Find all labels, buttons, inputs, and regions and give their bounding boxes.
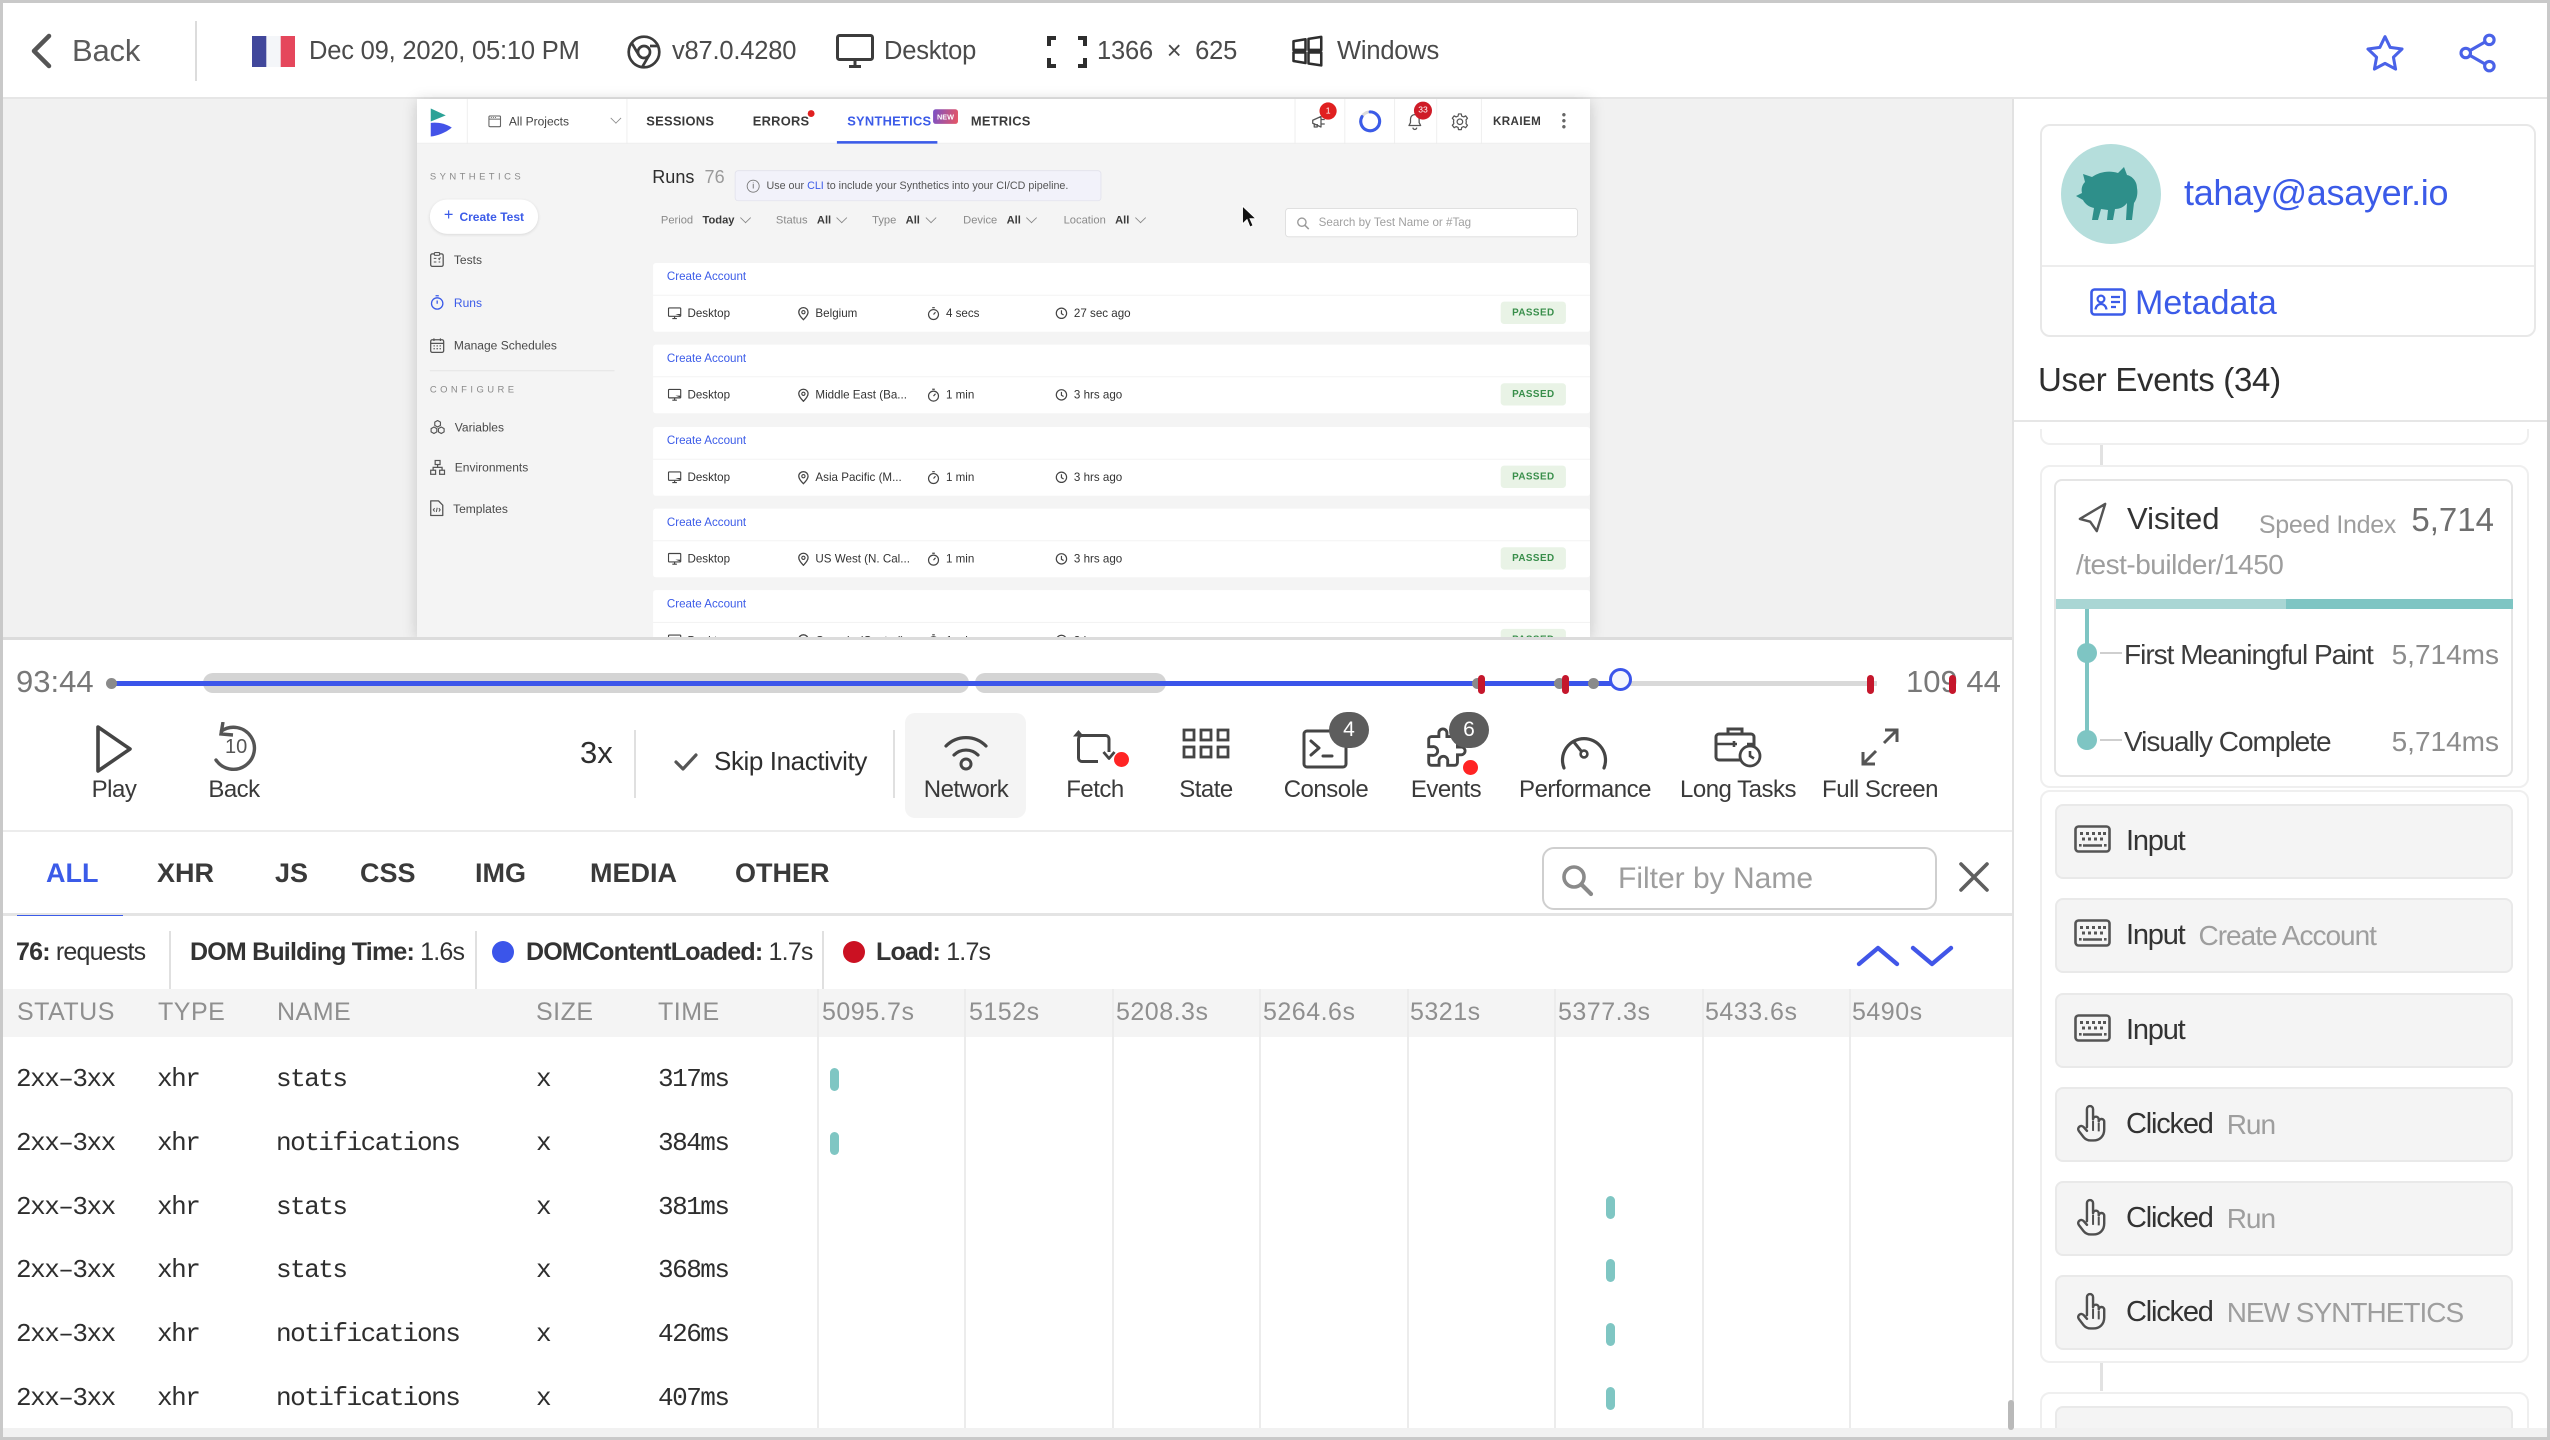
svg-text:10: 10: [225, 736, 247, 758]
